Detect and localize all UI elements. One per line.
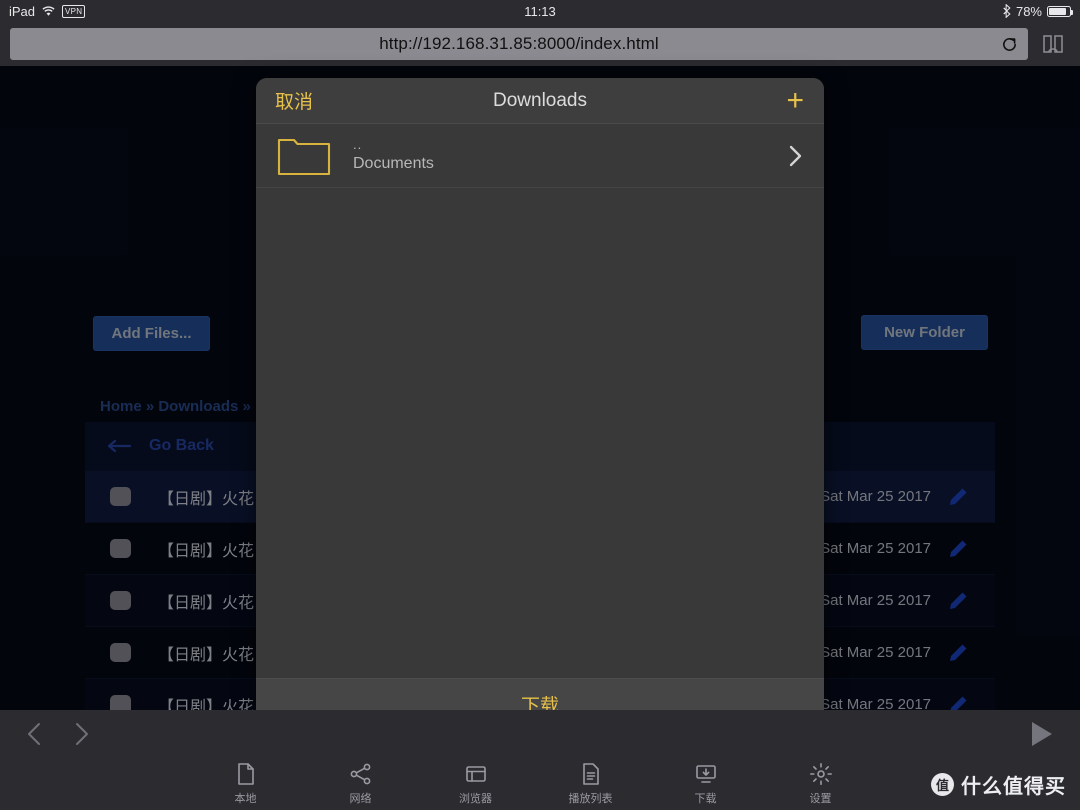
tab-6[interactable]: 设置 [763, 762, 878, 806]
folder-icon [277, 138, 331, 175]
share-icon [350, 763, 370, 785]
bottom-tab-bar: 本地 网络 浏览器 播放列表 下载 设置 值 什么值得买 [0, 758, 1080, 810]
tab-label: 网络 [349, 793, 372, 805]
url-input[interactable]: http://192.168.31.85:8000/index.html [10, 28, 1028, 60]
reload-icon[interactable] [1001, 36, 1018, 53]
chevron-left-icon[interactable] [22, 721, 48, 747]
chevron-right-icon [789, 145, 802, 166]
tab-2[interactable]: 网络 [303, 762, 418, 806]
list-item-text: .. Documents [353, 137, 434, 174]
modal-header: 取消 Downloads + [256, 78, 824, 124]
list-item[interactable]: .. Documents [256, 124, 824, 188]
tab-label: 下载 [694, 793, 717, 805]
tab-5[interactable]: 下载 [648, 762, 763, 806]
file-icon [237, 763, 254, 785]
tab-label: 浏览器 [459, 793, 492, 805]
tab-4[interactable]: 播放列表 [533, 762, 648, 806]
play-icon[interactable] [1028, 720, 1054, 748]
tab-list: 本地 网络 浏览器 播放列表 下载 设置 [188, 762, 931, 806]
modal-body: .. Documents [256, 124, 824, 678]
tab-label: 设置 [809, 793, 832, 805]
plus-icon[interactable]: + [786, 85, 804, 115]
watermark-badge-icon: 值 [931, 772, 954, 796]
bookmarks-icon[interactable] [1040, 31, 1066, 57]
tab-label: 本地 [234, 793, 257, 805]
tab-1[interactable]: 本地 [188, 762, 303, 806]
browser-window-icon [465, 766, 486, 782]
chevron-right-icon[interactable] [68, 721, 94, 747]
watermark: 值 什么值得买 [931, 770, 1066, 799]
gear-icon [809, 763, 832, 785]
playlist-icon [582, 763, 599, 785]
watermark-text: 什么值得买 [961, 775, 1066, 798]
modal-title: Downloads [493, 89, 587, 111]
parent-dir-dots: .. [353, 137, 363, 152]
url-text: http://192.168.31.85:8000/index.html [379, 34, 659, 53]
status-bar-clock: 11:13 [524, 3, 556, 19]
status-bar: iPad VPN 11:13 78% [0, 0, 1080, 22]
download-icon [695, 765, 716, 783]
downloads-modal: 取消 Downloads + .. Documents 下载 [256, 78, 824, 730]
media-control-bar [0, 710, 1080, 758]
battery-icon [1047, 5, 1073, 17]
tab-3[interactable]: 浏览器 [418, 762, 533, 806]
tab-label: 播放列表 [568, 793, 613, 805]
ipad-screen: iPad VPN 11:13 78% http://192.168.31.85:… [0, 0, 1080, 810]
browser-toolbar: http://192.168.31.85:8000/index.html [0, 22, 1080, 66]
folder-name: Documents [353, 155, 434, 172]
